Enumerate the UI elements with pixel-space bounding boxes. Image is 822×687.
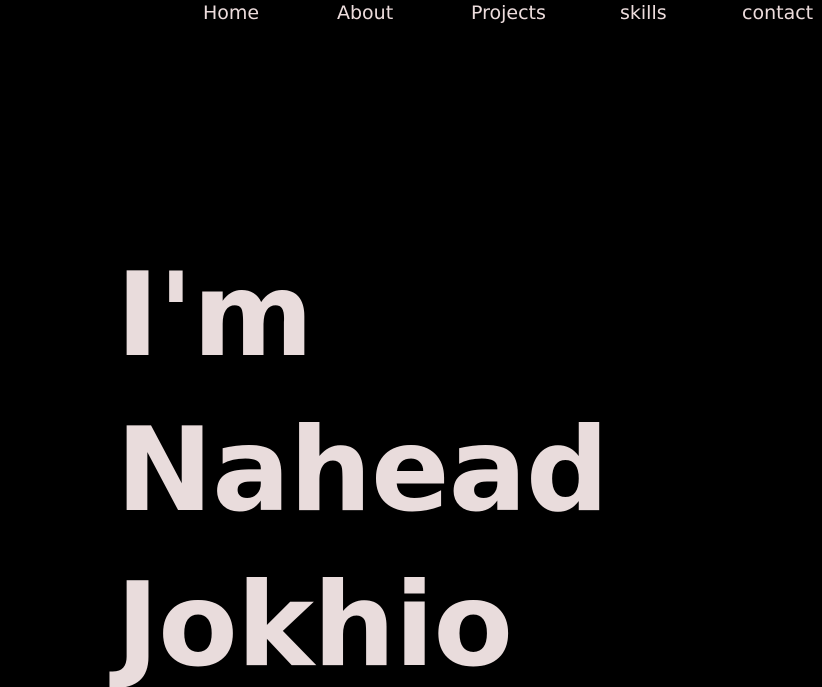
top-navigation: Home About Projects skills contact	[0, 0, 822, 28]
hero-heading: I'm Nahead Jokhio	[116, 238, 609, 687]
nav-link-home[interactable]: Home	[203, 2, 259, 24]
hero-line-intro: I'm	[116, 248, 314, 383]
hero-line-last-name: Jokhio	[116, 558, 513, 687]
nav-link-skills[interactable]: skills	[620, 2, 667, 24]
nav-link-contact[interactable]: contact	[742, 2, 813, 24]
nav-link-projects[interactable]: Projects	[471, 2, 546, 24]
hero-line-first-name: Nahead	[116, 403, 609, 538]
nav-link-about[interactable]: About	[337, 2, 393, 24]
